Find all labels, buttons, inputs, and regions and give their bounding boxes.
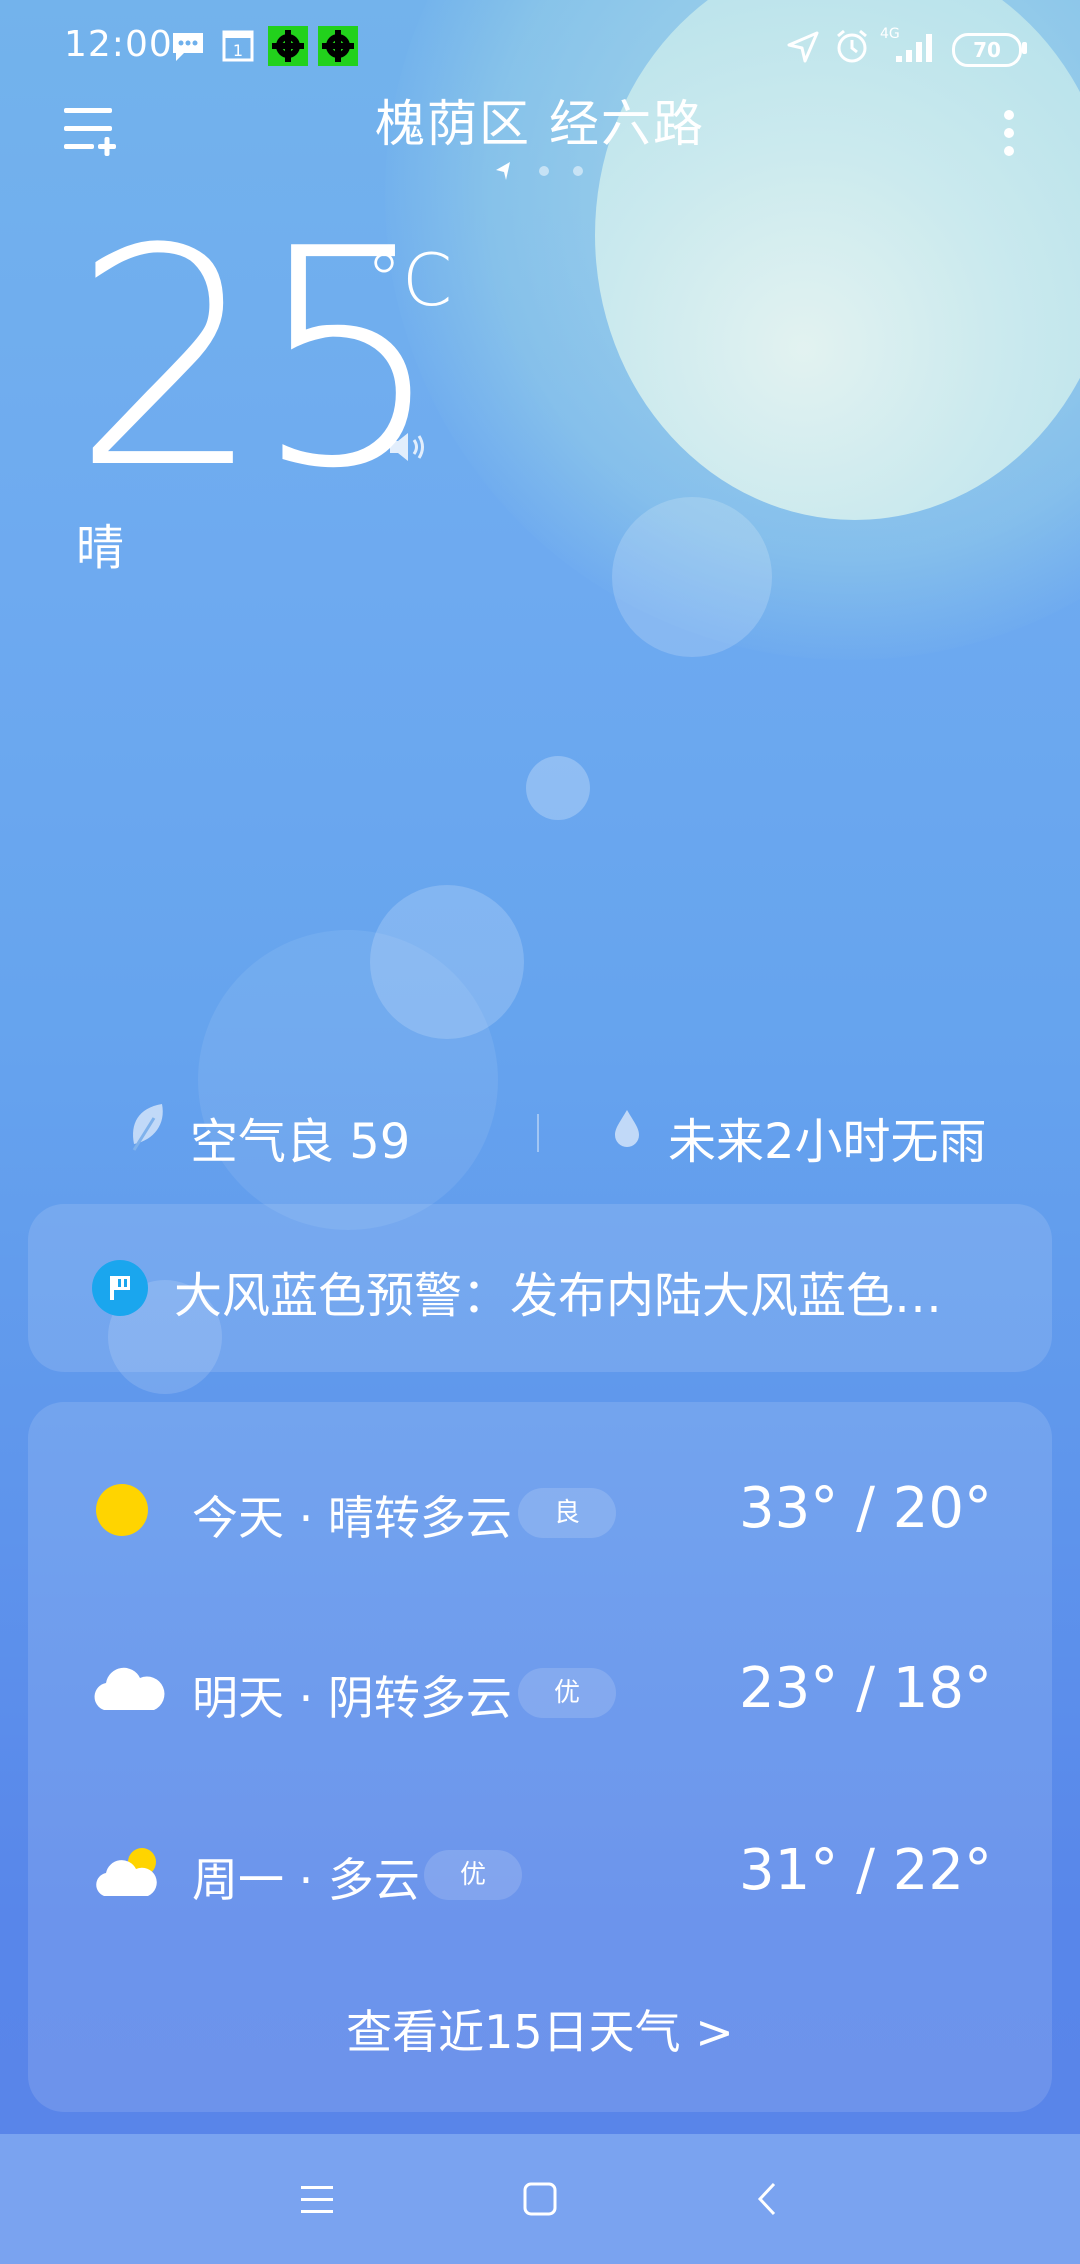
weather-alert-card[interactable]: 大风蓝色预警：发布内陆大风蓝色… (28, 1204, 1052, 1372)
forecast-day: 周一 · 多云 (192, 1853, 420, 1907)
forecast-card: 今天 · 晴转多云 良 33° / 20° 明天 · 阴转多云 优 23° / … (28, 1402, 1052, 2112)
warning-flag-icon (92, 1260, 148, 1316)
temperature-unit: °C (366, 238, 453, 322)
divider (537, 1114, 539, 1152)
aqi-badge: 优 (518, 1668, 617, 1718)
forecast-temps: 33° / 20° (739, 1476, 992, 1541)
bokeh-light (526, 756, 590, 820)
page-dot (573, 166, 583, 176)
aqi-badge: 良 (518, 1488, 617, 1538)
forecast-row[interactable]: 今天 · 晴转多云 良 33° / 20° (28, 1464, 1052, 1554)
current-condition: 晴 (76, 520, 125, 576)
more-vertical-icon[interactable] (994, 105, 1024, 165)
forecast-row[interactable]: 明天 · 阴转多云 优 23° / 18° (28, 1644, 1052, 1734)
calendar-icon: 1 (222, 30, 254, 62)
bokeh-light (612, 497, 772, 657)
city-title[interactable]: 槐荫区 经六路 (0, 84, 1080, 156)
cloud-icon (94, 1667, 165, 1710)
sun-icon (96, 1484, 148, 1536)
alert-text: 大风蓝色预警：发布内陆大风蓝色… (174, 1268, 943, 1324)
leaf-icon (132, 1104, 163, 1151)
aqi-badge: 优 (424, 1850, 523, 1900)
app-gear-icon (268, 26, 308, 66)
air-quality-label[interactable]: 空气良 59 (190, 1102, 410, 1172)
alarm-icon (837, 29, 867, 63)
forecast-day: 今天 · 晴转多云 (192, 1491, 512, 1545)
app-gear-icon (318, 26, 358, 66)
page-indicator (496, 162, 583, 180)
svg-text:1: 1 (233, 41, 243, 60)
rain-forecast-label[interactable]: 未来2小时无雨 (668, 1102, 987, 1172)
home-icon[interactable] (510, 2174, 570, 2226)
back-icon[interactable] (738, 2174, 798, 2226)
forecast-day: 明天 · 阴转多云 (192, 1671, 512, 1725)
speaker-icon[interactable] (388, 430, 428, 464)
forecast-row[interactable]: 周一 · 多云 优 31° / 22° (28, 1826, 1052, 1916)
location-page-icon (496, 162, 510, 180)
air-rain-row: 空气良 59 未来2小时无雨 (0, 1100, 1080, 1170)
location-arrow-icon (787, 31, 819, 63)
bokeh-light (370, 885, 524, 1039)
message-icon (173, 33, 203, 61)
forecast-temps: 23° / 18° (739, 1656, 992, 1721)
status-time: 12:00 (64, 24, 173, 65)
signal-icon (896, 34, 932, 62)
battery-icon: 70 (952, 33, 1022, 67)
partly-cloudy-icon (96, 1848, 157, 1896)
navigation-bar (0, 2134, 1080, 2264)
view-15-day-link[interactable]: 查看近15日天气 > (28, 1996, 1052, 2062)
page-dot (539, 166, 549, 176)
menu-icon[interactable] (287, 2174, 347, 2226)
forecast-temps: 31° / 22° (739, 1838, 992, 1903)
battery-tip (1022, 42, 1027, 54)
status-bar: 12:00 1 4G 70 (0, 0, 1080, 96)
drop-icon (615, 1110, 639, 1147)
bokeh-light (198, 930, 498, 1230)
